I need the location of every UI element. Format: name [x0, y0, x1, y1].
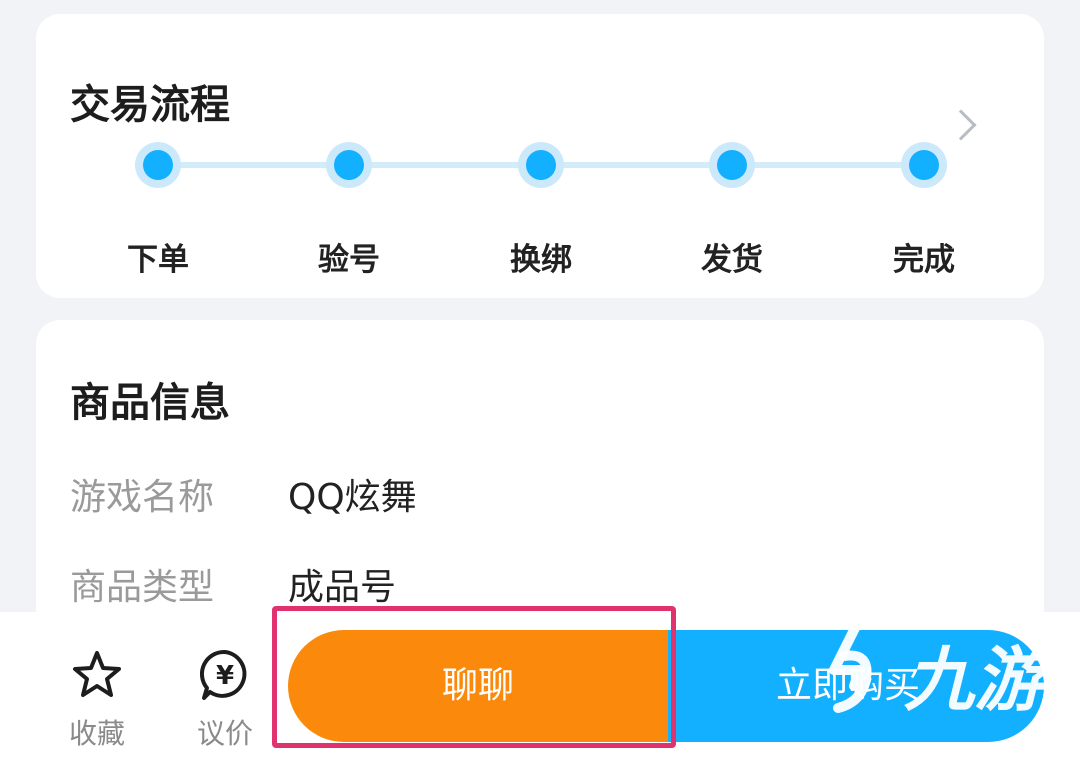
info-value: QQ炫舞: [288, 477, 417, 518]
trade-flow-title: 交易流程: [70, 82, 230, 128]
step-dot: [135, 142, 181, 188]
step-dot: [901, 142, 947, 188]
step-dot: [709, 142, 755, 188]
jiuyou-watermark-logo: 九游: [829, 621, 1046, 721]
step-label: 发货: [701, 242, 763, 278]
product-info-title: 商品信息: [70, 380, 230, 426]
step-order: 下单: [98, 142, 218, 279]
step-rebind: 换绑: [481, 142, 601, 279]
trade-flow-more-button[interactable]: [945, 58, 1016, 141]
yen-bubble-icon: ¥: [199, 649, 247, 700]
step-label: 验号: [318, 242, 380, 278]
chat-highlight-box: [272, 606, 676, 748]
info-label: 游戏名称: [70, 477, 215, 518]
chevron-right-icon: [945, 109, 977, 141]
watermark-text: 九游: [904, 639, 1046, 721]
step-complete: 完成: [864, 142, 984, 279]
step-label: 下单: [127, 242, 189, 278]
info-value: 成品号: [288, 567, 397, 608]
favorite-label: 收藏: [68, 717, 125, 750]
step-label: 换绑: [510, 242, 572, 278]
step-dot: [326, 142, 372, 188]
step-dot: [518, 142, 564, 188]
step-verify: 验号: [289, 142, 409, 279]
info-row-game-name: 游戏名称 QQ炫舞: [70, 468, 417, 520]
step-deliver: 发货: [672, 142, 792, 279]
step-label: 完成: [893, 242, 955, 278]
yen-glyph: ¥: [216, 661, 234, 691]
trade-flow-card: 交易流程 下单 验号 换绑 发货 完成: [36, 14, 1044, 298]
info-label: 商品类型: [70, 567, 215, 608]
info-row-product-type: 商品类型 成品号: [70, 558, 396, 610]
bargain-button[interactable]: ¥ 议价: [180, 648, 270, 752]
bargain-label: 议价: [196, 717, 253, 750]
star-icon: [73, 651, 121, 697]
favorite-button[interactable]: 收藏: [52, 648, 142, 752]
